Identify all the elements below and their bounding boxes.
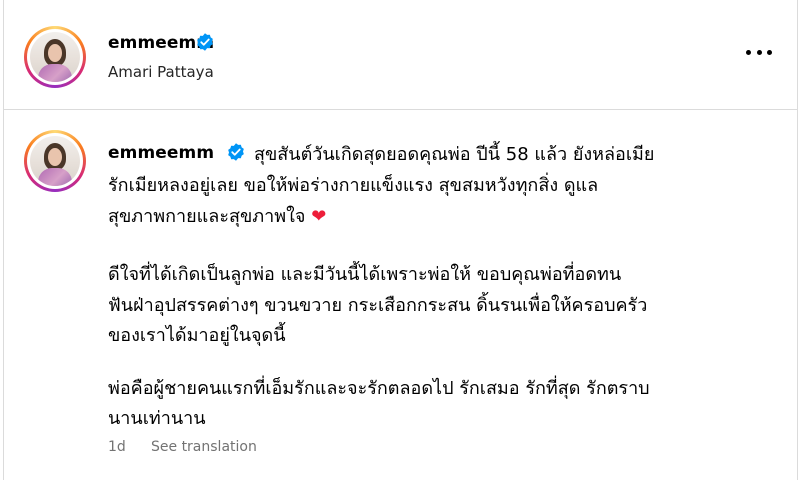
caption-text-line: ดีใจที่ได้เกิดเป็นลูกพ่อ และมีวันนี้ได้เ… xyxy=(108,264,622,285)
verified-badge-icon xyxy=(228,143,244,161)
caption-username[interactable]: emmeemm xyxy=(108,143,214,163)
post-timestamp[interactable]: 1d xyxy=(108,439,126,455)
post-header: emmeemm Amari Pattaya xyxy=(4,0,797,110)
see-translation-link[interactable]: See translation xyxy=(151,439,257,455)
caption-text-line: รักเมียหลงอยู่เลย ขอให้พ่อร่างกายแข็งแรง… xyxy=(108,175,599,196)
caption-text-line: นานเท่านาน xyxy=(108,408,206,429)
caption-avatar[interactable] xyxy=(24,130,86,192)
post-panel: emmeemm Amari Pattaya emmeemm สุขสันต์วั… xyxy=(3,0,798,480)
caption-text: สุขภาพกายและสุขภาพใจ xyxy=(108,206,306,227)
caption-text-line: ฟันฝ่าอุปสรรคต่างๆ ขวนขวาย กระเสือกกระสน… xyxy=(108,295,648,316)
verified-badge-icon xyxy=(197,33,213,51)
caption-text-line: สุขภาพกายและสุขภาพใจ ❤ xyxy=(108,202,326,232)
more-options-icon[interactable] xyxy=(742,40,776,64)
caption-text-line: สุขสันต์วันเกิดสุดยอดคุณพ่อ ปีนี้ 58 แล้… xyxy=(254,144,655,165)
caption-text-line: ของเราได้มาอยู่ในจุดนี้ xyxy=(108,325,286,346)
heart-emoji-icon: ❤ xyxy=(311,206,327,227)
caption-text-line: พ่อคือผู้ชายคนแรกที่เอ็มรักและจะรักตลอดไ… xyxy=(108,378,650,399)
avatar-photo xyxy=(30,32,80,82)
avatar[interactable] xyxy=(24,26,86,88)
caption-avatar-photo xyxy=(30,136,80,186)
location-link[interactable]: Amari Pattaya xyxy=(108,63,214,81)
